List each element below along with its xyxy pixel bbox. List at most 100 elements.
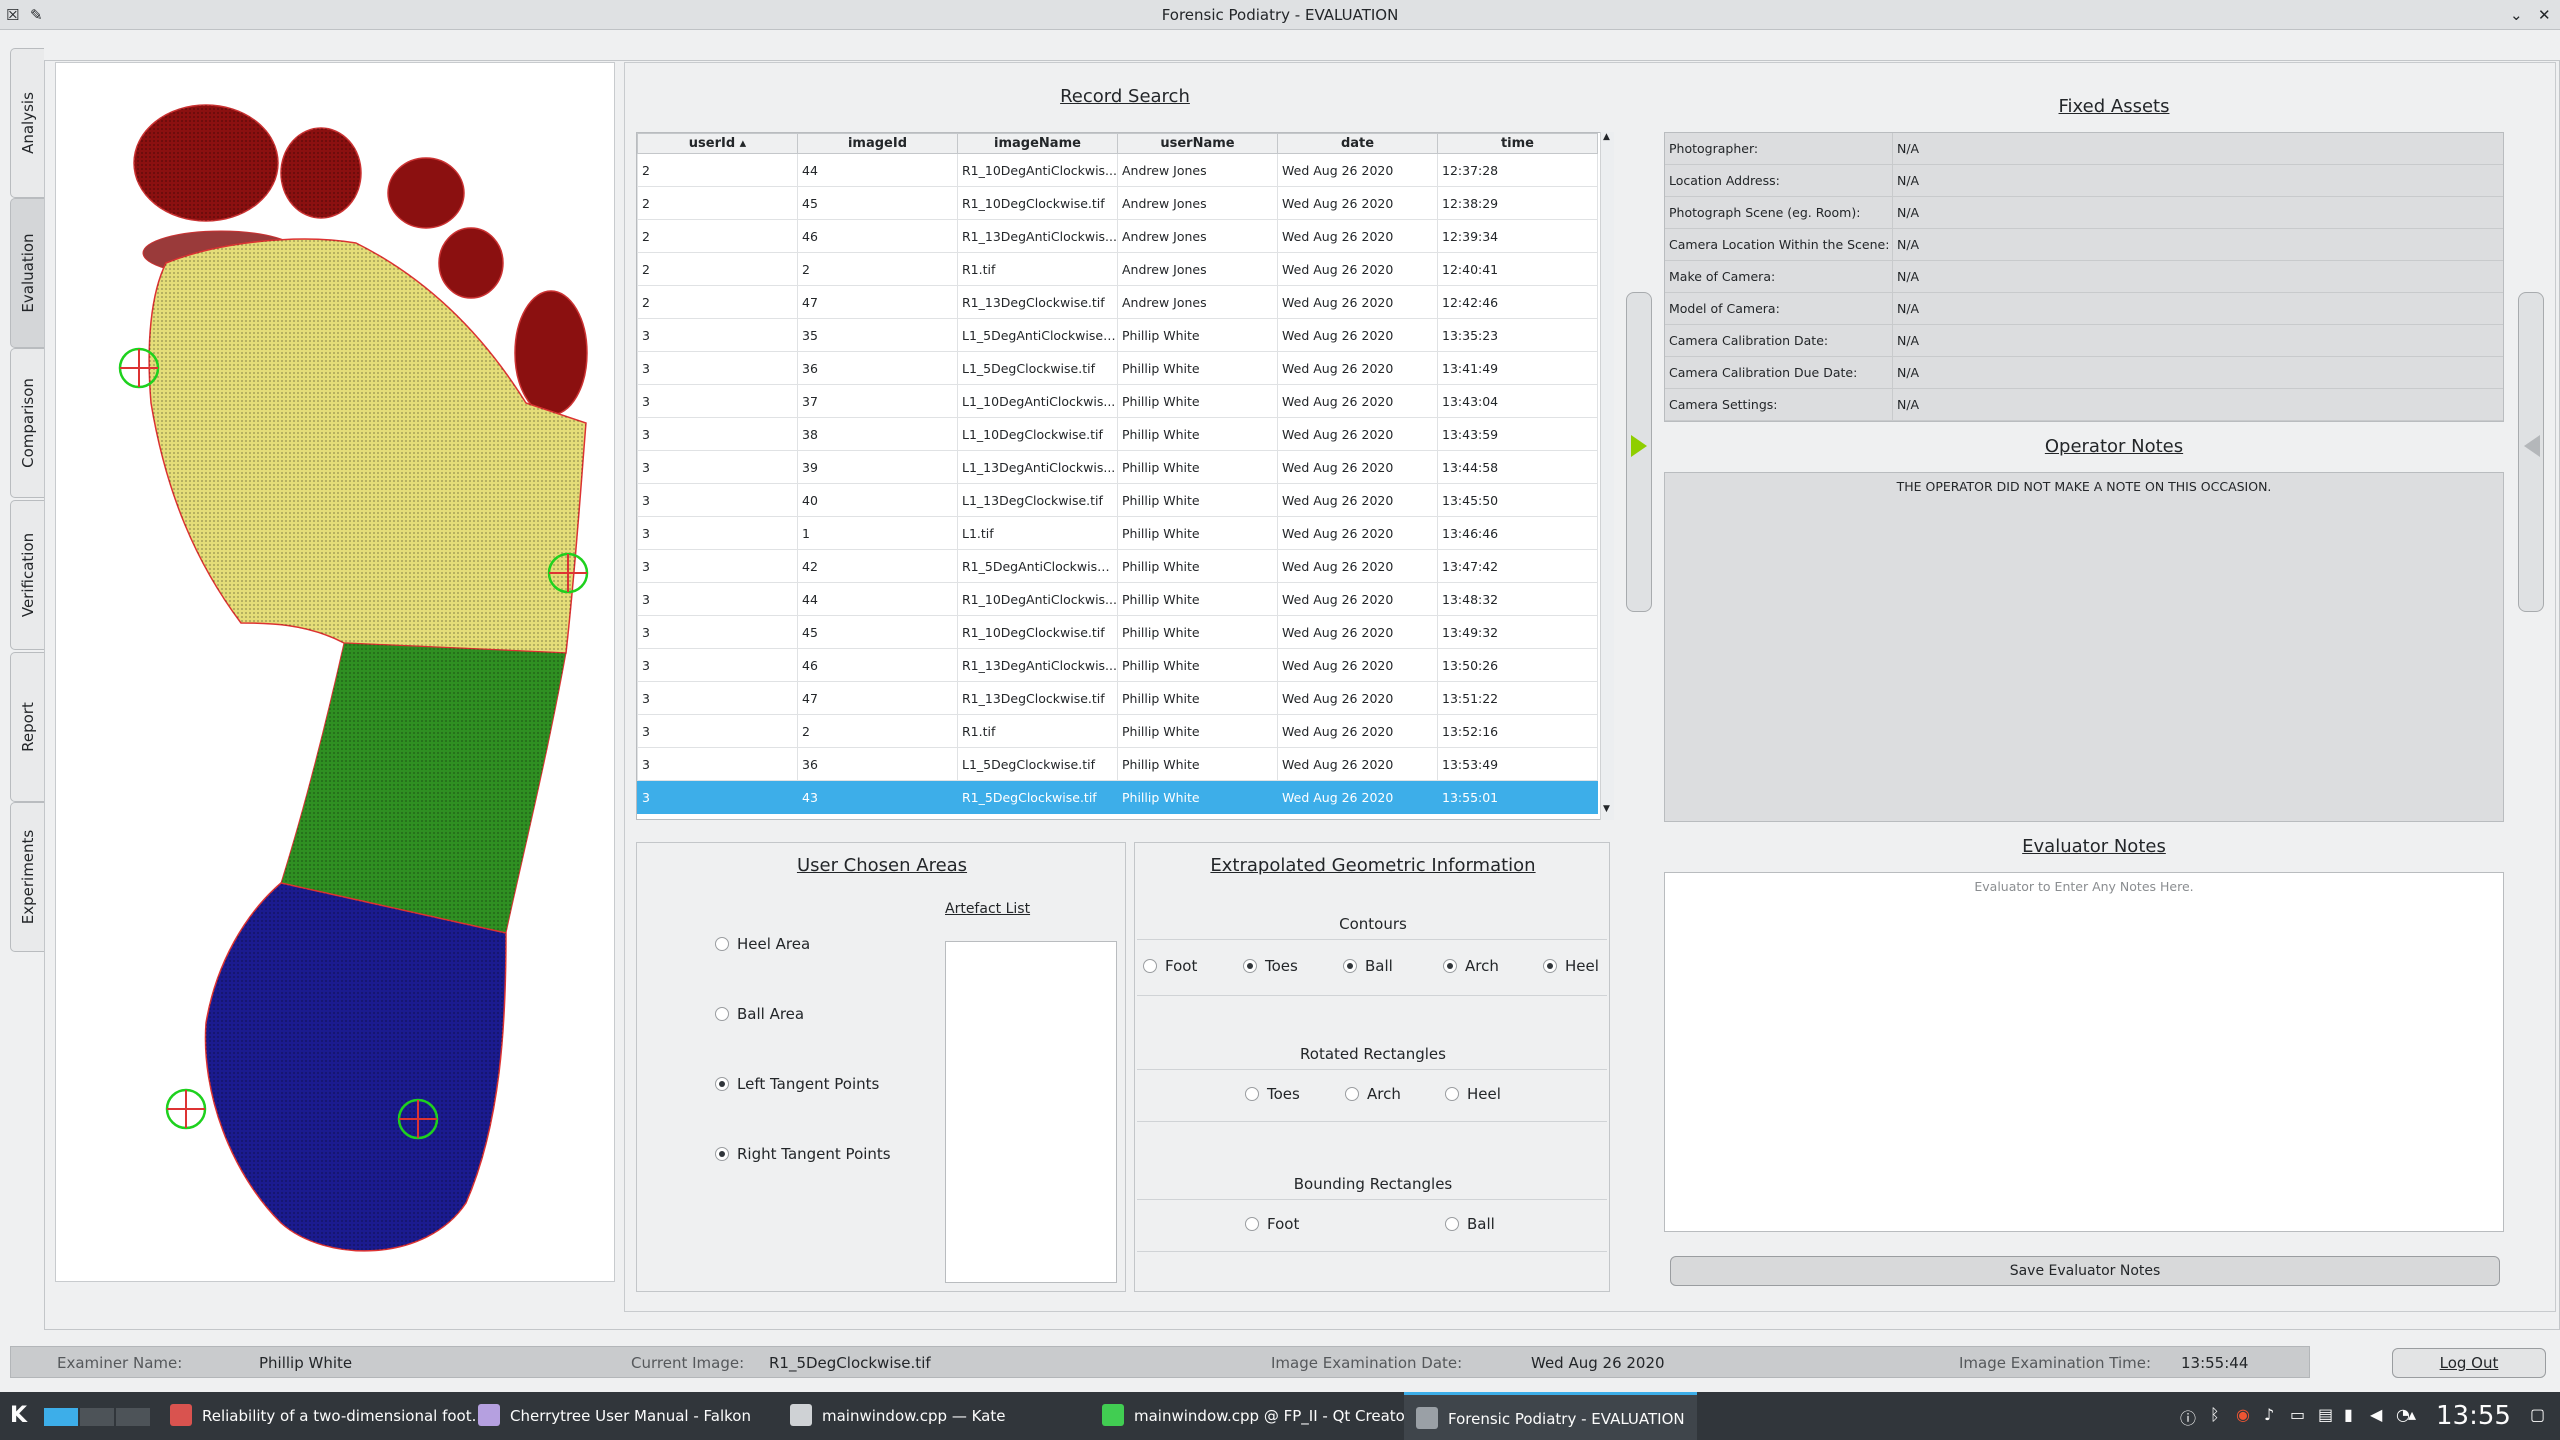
table-cell: 13:41:49 [1437, 351, 1598, 385]
log-out-button[interactable]: Log Out [2392, 1348, 2546, 1378]
battery-icon[interactable]: ▮ [2344, 1405, 2353, 1424]
notification-icon[interactable]: ♪ [2264, 1405, 2274, 1424]
table-row[interactable]: 3 42 R1_5DegAntiClockwise.... Phillip White… [637, 549, 1598, 583]
rotated-heel[interactable]: Heel [1445, 1085, 1501, 1103]
table-row[interactable]: 3 38 L1_10DegClockwise.tif Phillip White Wed… [637, 417, 1598, 451]
contour-toes[interactable]: Toes [1243, 957, 1298, 975]
minimize-icon[interactable]: ⌄ [2510, 6, 2523, 24]
foot-image-view[interactable] [55, 62, 615, 1282]
tab-comparison[interactable]: Comparison [10, 348, 44, 498]
table-row[interactable]: 3 1 L1.tif Phillip White Wed Aug 26 2020 13:4… [637, 516, 1598, 550]
record-table[interactable]: userId ▴ imageId imageName userName date time… [636, 132, 1614, 820]
app-menu-icon[interactable]: ☒ [6, 6, 19, 24]
tab-verification[interactable]: Verification [10, 500, 44, 650]
taskbar-item[interactable]: Cherrytree User Manual - Falkon [478, 1392, 751, 1440]
table-row[interactable]: 3 43 R1_5DegClockwise.tif Phillip White Wed … [637, 780, 1598, 814]
app-icon [1416, 1407, 1438, 1429]
asset-row: Photographer: N/A [1665, 133, 2503, 165]
asset-value: N/A [1897, 301, 1920, 316]
column-header-date[interactable]: date [1277, 133, 1438, 154]
column-header-time[interactable]: time [1437, 133, 1598, 154]
fixed-assets-table: Photographer: N/A Location Address: N/A Phot… [1664, 132, 2504, 422]
table-scrollbar[interactable]: ▲ ▼ [1600, 132, 1614, 820]
column-header-imagename[interactable]: imageName [957, 133, 1118, 154]
table-row[interactable]: 3 35 L1_5DegAntiClockwise.tif Phillip White… [637, 318, 1598, 352]
tab-report[interactable]: Report [10, 652, 44, 802]
kde-launcher-icon[interactable]: K [10, 1392, 27, 1440]
column-header-imageid[interactable]: imageId [797, 133, 958, 154]
tray-app-icon[interactable]: ◉ [2236, 1405, 2250, 1424]
table-row[interactable]: 2 45 R1_10DegClockwise.tif Andrew Jones Wed … [637, 186, 1598, 220]
pager[interactable] [44, 1392, 150, 1440]
bounding-ball[interactable]: Ball [1445, 1215, 1495, 1233]
radio-right-tangent-points[interactable]: Right Tangent Points [715, 1145, 891, 1163]
table-row[interactable]: 3 36 L1_5DegClockwise.tif Phillip White Wed … [637, 747, 1598, 781]
radio-ball-area[interactable]: Ball Area [715, 1005, 804, 1023]
table-row[interactable]: 3 47 R1_13DegClockwise.tif Phillip White Wed… [637, 681, 1598, 715]
column-header-userid[interactable]: userId ▴ [637, 133, 798, 154]
radio-label: Right Tangent Points [737, 1145, 891, 1163]
table-cell: R1_13DegClockwise.tif [957, 285, 1118, 319]
volume-icon[interactable]: ◀ [2370, 1405, 2382, 1424]
table-cell: 13:44:58 [1437, 450, 1598, 484]
table-row[interactable]: 2 47 R1_13DegClockwise.tif Andrew Jones Wed … [637, 285, 1598, 319]
table-row[interactable]: 2 44 R1_10DegAntiClockwis... Andrew Jones We… [637, 153, 1598, 187]
column-header-username[interactable]: userName [1117, 133, 1278, 154]
table-row[interactable]: 3 44 R1_10DegAntiClockwis... Phillip White W… [637, 582, 1598, 616]
network-icon[interactable]: ▭ [2290, 1405, 2305, 1424]
table-row[interactable]: 3 46 R1_13DegAntiClockwis... Phillip White W… [637, 648, 1598, 682]
radio-label: Ball Area [737, 1005, 805, 1023]
evaluator-notes-input[interactable]: Evaluator to Enter Any Notes Here. [1664, 872, 2504, 1232]
contour-heel[interactable]: Heel [1543, 957, 1599, 975]
table-cell: 3 [637, 681, 798, 715]
clock[interactable]: 13:55 [2436, 1392, 2511, 1440]
tray-info-icon[interactable]: ⓘ [2180, 1405, 2196, 1429]
tray-expand-icon[interactable]: ▴ [2408, 1405, 2416, 1424]
table-row[interactable]: 2 2 R1.tif Andrew Jones Wed Aug 26 2020 12:40… [637, 252, 1598, 286]
radio-indicator [1245, 1217, 1259, 1231]
bluetooth-icon[interactable]: ᛒ [2210, 1405, 2220, 1424]
tab-experiments[interactable]: Experiments [10, 802, 44, 952]
scroll-down-icon[interactable]: ▼ [1603, 804, 1610, 814]
scroll-up-icon[interactable]: ▲ [1603, 132, 1610, 142]
radio-indicator [715, 1007, 729, 1021]
table-cell: R1_13DegAntiClockwis... [957, 219, 1118, 253]
taskbar-item[interactable]: Forensic Podiatry - EVALUATION [1404, 1392, 1697, 1440]
table-cell: 43 [797, 780, 958, 814]
bounding-foot[interactable]: Foot [1245, 1215, 1299, 1233]
asset-row: Camera Location Within the Scene: N/A [1665, 229, 2503, 261]
table-cell: 13:49:32 [1437, 615, 1598, 649]
pin-icon[interactable]: ✎ [30, 6, 43, 24]
rotated-arch[interactable]: Arch [1345, 1085, 1401, 1103]
artefact-list[interactable] [945, 941, 1117, 1283]
table-cell: Wed Aug 26 2020 [1277, 549, 1438, 583]
radio-left-tangent-points[interactable]: Left Tangent Points [715, 1075, 879, 1093]
table-cell: 36 [797, 747, 958, 781]
taskbar-item[interactable]: Reliability of a two-dimensional foot... [170, 1392, 486, 1440]
expand-panel-handle[interactable] [1626, 292, 1652, 612]
table-body[interactable]: 2 44 R1_10DegAntiClockwis... Andrew Jones We… [637, 153, 1598, 814]
tab-analysis[interactable]: Analysis [10, 48, 44, 198]
table-row[interactable]: 3 36 L1_5DegClockwise.tif Phillip White Wed … [637, 351, 1598, 385]
table-cell: 13:46:46 [1437, 516, 1598, 550]
table-row[interactable]: 3 2 R1.tif Phillip White Wed Aug 26 2020 13:5… [637, 714, 1598, 748]
contour-ball[interactable]: Ball [1343, 957, 1393, 975]
evaluator-notes-title: Evaluator Notes [2022, 836, 2166, 857]
contour-arch[interactable]: Arch [1443, 957, 1499, 975]
clipboard-icon[interactable]: ▤ [2318, 1405, 2333, 1424]
table-row[interactable]: 3 39 L1_13DegAntiClockwis... Phillip White W… [637, 450, 1598, 484]
status-bar: Examiner Name: Phillip White Current Ima… [10, 1346, 2310, 1378]
taskbar-item[interactable]: mainwindow.cpp — Kate [790, 1392, 1005, 1440]
desktop-icon[interactable]: ▢ [2530, 1405, 2545, 1424]
taskbar-item[interactable]: mainwindow.cpp @ FP_II - Qt Creator [1102, 1392, 1411, 1440]
save-evaluator-notes-button[interactable]: Save Evaluator Notes [1670, 1256, 2500, 1286]
close-icon[interactable]: ✕ [2538, 6, 2551, 24]
table-row[interactable]: 3 40 L1_13DegClockwise.tif Phillip White Wed… [637, 483, 1598, 517]
rotated-toes[interactable]: Toes [1245, 1085, 1300, 1103]
radio-heel-area[interactable]: Heel Area [715, 935, 810, 953]
table-row[interactable]: 3 45 R1_10DegClockwise.tif Phillip White Wed… [637, 615, 1598, 649]
contour-foot[interactable]: Foot [1143, 957, 1197, 975]
table-row[interactable]: 3 37 L1_10DegAntiClockwis... Phillip White W… [637, 384, 1598, 418]
tab-evaluation[interactable]: Evaluation [10, 198, 44, 348]
table-row[interactable]: 2 46 R1_13DegAntiClockwis... Andrew Jones We… [637, 219, 1598, 253]
